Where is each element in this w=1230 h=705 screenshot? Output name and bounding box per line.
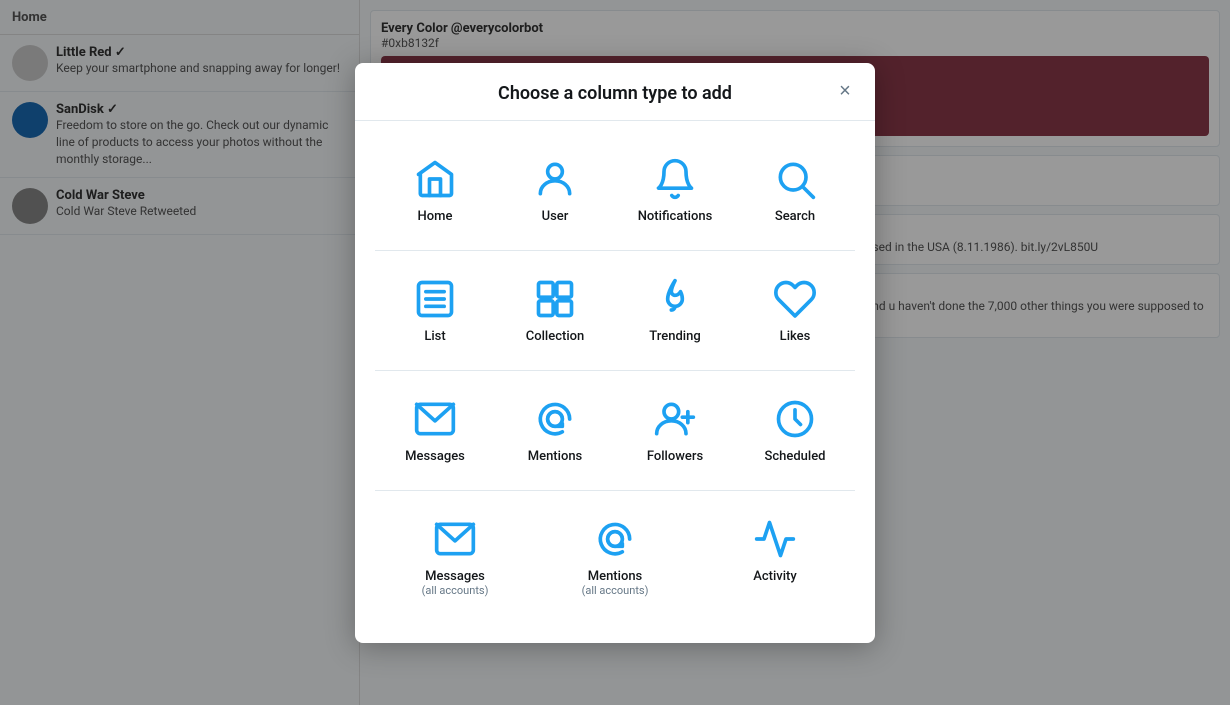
at-icon	[533, 397, 577, 441]
mail-all-icon	[433, 517, 477, 561]
grid-item-list[interactable]: List	[375, 261, 495, 360]
heart-icon	[773, 277, 817, 321]
grid-item-search[interactable]: Search	[735, 141, 855, 240]
grid-item-notifications-label: Notifications	[638, 209, 713, 224]
list-icon	[413, 277, 457, 321]
modal-overlay: Choose a column type to add × Home	[0, 0, 1230, 705]
grid-item-activity[interactable]: Activity	[745, 501, 805, 613]
grid-item-trending-label: Trending	[649, 329, 700, 344]
grid-item-followers-label: Followers	[647, 449, 703, 464]
followers-icon	[653, 397, 697, 441]
grid-item-mentions-all[interactable]: Mentions (all accounts)	[574, 501, 657, 613]
grid-item-messages[interactable]: Messages	[375, 381, 495, 480]
grid-item-search-label: Search	[775, 209, 815, 224]
mail-icon	[413, 397, 457, 441]
grid-item-home[interactable]: Home	[375, 141, 495, 240]
grid-item-home-label: Home	[418, 209, 453, 224]
at-all-icon	[593, 517, 637, 561]
modal-body: Home User	[355, 121, 875, 643]
grid-item-user-label: User	[542, 209, 569, 224]
grid-item-followers[interactable]: Followers	[615, 381, 735, 480]
activity-icon	[753, 517, 797, 561]
grid-item-collection-label: Collection	[526, 329, 585, 344]
grid-row-1: Home User	[375, 131, 855, 250]
modal-title: Choose a column type to add	[498, 83, 732, 104]
grid-item-scheduled-label: Scheduled	[764, 449, 825, 464]
column-type-modal: Choose a column type to add × Home	[355, 63, 875, 643]
collection-icon	[533, 277, 577, 321]
grid-item-activity-label: Activity	[753, 569, 797, 584]
grid-item-messages-label: Messages	[405, 449, 465, 464]
grid-item-messages-all[interactable]: Messages (all accounts)	[414, 501, 497, 613]
modal-close-button[interactable]: ×	[831, 77, 859, 105]
grid-item-trending[interactable]: Trending	[615, 261, 735, 360]
clock-icon	[773, 397, 817, 441]
grid-row-3: Messages Mentions	[375, 370, 855, 490]
grid-item-list-label: List	[424, 329, 445, 344]
grid-item-likes[interactable]: Likes	[735, 261, 855, 360]
search-icon	[773, 157, 817, 201]
grid-item-messages-all-sublabel: (all accounts)	[422, 584, 489, 597]
trending-icon	[653, 277, 697, 321]
grid-row-4: Messages (all accounts) Mentions (all ac…	[375, 490, 855, 623]
grid-item-mentions-label: Mentions	[528, 449, 583, 464]
grid-item-mentions[interactable]: Mentions	[495, 381, 615, 480]
modal-header: Choose a column type to add ×	[355, 63, 875, 121]
home-icon	[413, 157, 457, 201]
grid-item-notifications[interactable]: Notifications	[615, 141, 735, 240]
grid-item-mentions-all-sublabel: (all accounts)	[582, 584, 649, 597]
grid-item-mentions-all-label: Mentions	[588, 569, 643, 584]
grid-item-scheduled[interactable]: Scheduled	[735, 381, 855, 480]
bell-icon	[653, 157, 697, 201]
grid-item-collection[interactable]: Collection	[495, 261, 615, 360]
user-icon	[533, 157, 577, 201]
grid-item-messages-all-label: Messages	[425, 569, 485, 584]
grid-item-likes-label: Likes	[780, 329, 811, 344]
grid-row-2: List Collection	[375, 250, 855, 370]
grid-item-user[interactable]: User	[495, 141, 615, 240]
